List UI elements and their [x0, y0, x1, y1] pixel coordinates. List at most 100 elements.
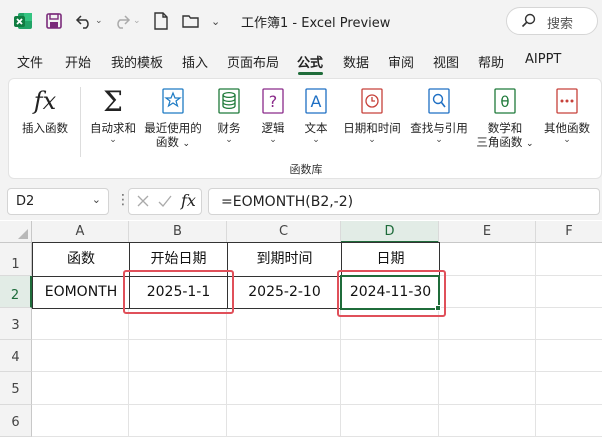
- chevron-down-icon: ⌄: [435, 135, 443, 145]
- fx-icon: fx: [33, 87, 57, 115]
- cell[interactable]: [227, 405, 341, 437]
- cell[interactable]: [341, 340, 439, 372]
- database-coins-icon: [209, 85, 249, 117]
- more-dots-icon: [539, 85, 595, 117]
- cell[interactable]: [32, 405, 129, 437]
- row-header-5[interactable]: 5: [0, 372, 32, 405]
- tab-home[interactable]: 开始: [65, 52, 91, 71]
- formula-value: =EOMONTH(B2,-2): [221, 194, 354, 210]
- financial-label: 财务: [217, 121, 241, 135]
- customize-qat-icon[interactable]: ⌄: [211, 10, 220, 32]
- svg-text:θ: θ: [500, 93, 509, 111]
- column-header-f[interactable]: F: [536, 221, 602, 243]
- menu-bar: 文件 开始 我的模板 插入 页面布局 公式 数据 审阅 视图 帮助 AIPPT: [0, 44, 602, 76]
- ribbon: fx 插入函数 Σ 自动求和 ⌄ 最近使用的 函数 ⌄ 财务 ⌄ ? 逻辑 ⌄ …: [8, 78, 602, 179]
- cell[interactable]: [32, 372, 129, 405]
- lookup-reference-label: 查找与引用: [410, 121, 468, 135]
- row-header-6[interactable]: 6: [0, 405, 32, 437]
- tab-review[interactable]: 审阅: [388, 52, 414, 71]
- row-header-2[interactable]: 2: [0, 276, 32, 308]
- cell[interactable]: [439, 340, 536, 372]
- save-icon[interactable]: [45, 10, 63, 32]
- cell[interactable]: [129, 405, 227, 437]
- enter-check-icon[interactable]: [157, 193, 173, 212]
- financial-button[interactable]: 财务 ⌄: [209, 85, 249, 145]
- row-header-3[interactable]: 3: [0, 308, 32, 340]
- tab-help[interactable]: 帮助: [478, 52, 504, 71]
- cell[interactable]: [439, 276, 536, 308]
- tab-file[interactable]: 文件: [17, 52, 43, 71]
- chevron-down-icon: ⌄: [109, 135, 117, 145]
- search-box[interactable]: 搜索: [506, 7, 598, 35]
- chevron-down-icon: ⌄: [368, 135, 376, 145]
- logical-button[interactable]: ? 逻辑 ⌄: [253, 85, 293, 145]
- undo-dropdown-icon[interactable]: ⌄: [95, 10, 103, 32]
- cell[interactable]: [536, 276, 602, 308]
- column-header-e[interactable]: E: [439, 221, 536, 243]
- sigma-icon: Σ: [103, 84, 123, 118]
- chevron-down-icon[interactable]: ⌄: [92, 193, 101, 206]
- select-all-button[interactable]: [0, 221, 32, 243]
- cell[interactable]: [536, 308, 602, 340]
- recently-used-button[interactable]: 最近使用的 函数 ⌄: [138, 85, 208, 151]
- cell[interactable]: [129, 340, 227, 372]
- tab-insert[interactable]: 插入: [182, 52, 208, 71]
- more-functions-button[interactable]: 其他函数 ⌄: [539, 85, 595, 145]
- cell[interactable]: [439, 308, 536, 340]
- lookup-reference-button[interactable]: 查找与引用 ⌄: [406, 85, 472, 145]
- tab-aippt[interactable]: AIPPT: [525, 52, 561, 67]
- math-trig-button[interactable]: θ 数学和 三角函数 ⌄: [472, 85, 538, 151]
- cell[interactable]: [227, 340, 341, 372]
- cell[interactable]: [341, 372, 439, 405]
- svg-text:?: ?: [269, 92, 278, 111]
- column-header-d[interactable]: D: [341, 221, 439, 243]
- cell[interactable]: [536, 243, 602, 276]
- text-button[interactable]: A 文本 ⌄: [296, 85, 336, 145]
- tab-view[interactable]: 视图: [433, 52, 459, 71]
- date-time-button[interactable]: 日期和时间 ⌄: [339, 85, 405, 145]
- cell[interactable]: [32, 308, 129, 340]
- tab-my-templates[interactable]: 我的模板: [111, 52, 163, 71]
- chevron-down-icon: ⌄: [563, 135, 571, 145]
- cell[interactable]: [227, 372, 341, 405]
- column-header-a[interactable]: A: [32, 221, 129, 243]
- cell[interactable]: [129, 372, 227, 405]
- open-folder-icon[interactable]: [182, 10, 200, 32]
- name-box[interactable]: D2 ⌄: [7, 188, 109, 215]
- cell-a1[interactable]: 函数: [32, 242, 130, 277]
- cell[interactable]: [439, 372, 536, 405]
- fx-icon[interactable]: fx: [181, 191, 196, 210]
- tab-page-layout[interactable]: 页面布局: [227, 52, 279, 71]
- redo-icon[interactable]: [113, 10, 131, 32]
- column-header-b[interactable]: B: [129, 221, 227, 243]
- cell[interactable]: [536, 405, 602, 437]
- svg-text:A: A: [311, 92, 322, 111]
- cell-c1[interactable]: 到期时间: [227, 242, 342, 277]
- recently-used-label-1: 最近使用的: [144, 121, 202, 135]
- undo-icon[interactable]: [75, 10, 93, 32]
- tab-formulas[interactable]: 公式: [297, 52, 323, 71]
- cell[interactable]: [439, 243, 536, 276]
- autosum-button[interactable]: Σ 自动求和 ⌄: [83, 84, 143, 146]
- cancel-icon[interactable]: [136, 193, 150, 212]
- cell-c2[interactable]: 2025-2-10: [227, 276, 342, 309]
- row-header-4[interactable]: 4: [0, 340, 32, 372]
- more-functions-label: 其他函数: [544, 121, 590, 135]
- cell[interactable]: [227, 308, 341, 340]
- cell[interactable]: [341, 405, 439, 437]
- new-file-icon[interactable]: [153, 10, 169, 32]
- redo-dropdown-icon[interactable]: ⌄: [133, 10, 141, 32]
- formula-input[interactable]: =EOMONTH(B2,-2): [208, 188, 600, 215]
- cell[interactable]: [536, 340, 602, 372]
- cell[interactable]: [439, 405, 536, 437]
- clock-icon: [339, 85, 405, 117]
- chevron-down-icon: ⌄: [225, 135, 233, 145]
- row-header-1[interactable]: 1: [0, 243, 32, 276]
- insert-function-button[interactable]: fx 插入函数: [15, 85, 75, 135]
- formula-bar-area: D2 ⌄ ⋮ fx =EOMONTH(B2,-2): [0, 184, 602, 220]
- cell-a2[interactable]: EOMONTH: [32, 276, 130, 309]
- column-header-c[interactable]: C: [227, 221, 341, 243]
- tab-data[interactable]: 数据: [343, 52, 369, 71]
- cell[interactable]: [32, 340, 129, 372]
- cell[interactable]: [536, 372, 602, 405]
